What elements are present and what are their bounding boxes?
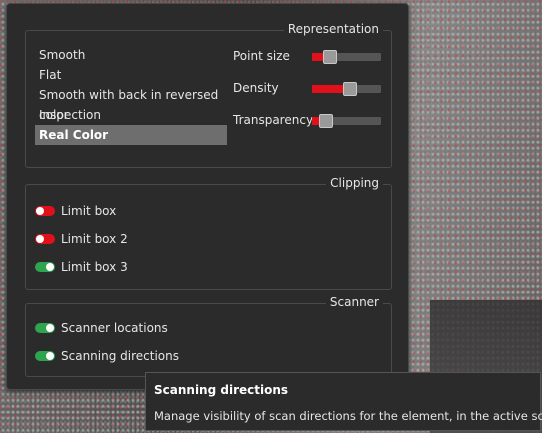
limit-box-toggle[interactable]	[35, 206, 55, 216]
scanning-directions-row[interactable]: Scanning directions	[35, 346, 179, 366]
mode-smooth-reversed[interactable]: Smooth with back in reversed color	[35, 85, 227, 122]
transparency-thumb[interactable]	[319, 114, 333, 128]
mode-smooth[interactable]: Smooth	[35, 45, 227, 65]
scanning-directions-tooltip: Scanning directions Manage visibility of…	[145, 372, 542, 431]
toggle-knob	[36, 235, 44, 243]
toggle-knob	[46, 352, 54, 360]
point-size-row: Point size	[233, 46, 383, 78]
limit-box-row[interactable]: Limit box	[35, 201, 116, 221]
density-row: Density	[233, 78, 383, 110]
tooltip-text: Manage visibility of scan directions for…	[154, 409, 542, 423]
scanner-group: Scanner Scanner locations Scanning direc…	[25, 295, 392, 377]
clipping-group: Clipping Limit box Limit box 2 Limit box…	[25, 176, 392, 290]
limit-box-2-toggle[interactable]	[35, 234, 55, 244]
representation-mode-list: Smooth Flat Smooth with back in reversed…	[35, 45, 227, 145]
representation-sliders: Point size Density Transparency	[233, 46, 383, 142]
transparency-row: Transparency	[233, 110, 383, 142]
scanning-directions-toggle[interactable]	[35, 351, 55, 361]
density-thumb[interactable]	[343, 82, 357, 96]
representation-group: Representation Smooth Flat Smooth with b…	[25, 22, 392, 168]
mode-real-color[interactable]: Real Color	[35, 125, 227, 145]
toggle-knob	[46, 263, 54, 271]
limit-box-3-row[interactable]: Limit box 3	[35, 257, 128, 277]
point-size-thumb[interactable]	[323, 50, 337, 64]
density-label: Density	[233, 81, 279, 95]
density-slider[interactable]	[312, 82, 381, 96]
point-size-slider[interactable]	[312, 50, 381, 64]
mode-flat[interactable]: Flat	[35, 65, 227, 85]
display-settings-panel: Representation Smooth Flat Smooth with b…	[6, 3, 409, 390]
scanner-locations-toggle[interactable]	[35, 323, 55, 333]
representation-title: Representation	[283, 22, 383, 36]
toggle-knob	[46, 324, 54, 332]
transparency-label: Transparency	[233, 113, 314, 127]
scanning-directions-label: Scanning directions	[61, 349, 179, 363]
limit-box-2-row[interactable]: Limit box 2	[35, 229, 128, 249]
limit-box-2-label: Limit box 2	[61, 232, 128, 246]
scanner-locations-label: Scanner locations	[61, 321, 168, 335]
toggle-knob	[36, 207, 44, 215]
tooltip-title: Scanning directions	[154, 383, 289, 397]
limit-box-3-toggle[interactable]	[35, 262, 55, 272]
scanner-locations-row[interactable]: Scanner locations	[35, 318, 168, 338]
mode-inspection[interactable]: Inspection	[35, 105, 227, 125]
scanner-title: Scanner	[325, 295, 383, 309]
transparency-slider[interactable]	[312, 114, 381, 128]
limit-box-3-label: Limit box 3	[61, 260, 128, 274]
clipping-title: Clipping	[326, 176, 383, 190]
point-size-label: Point size	[233, 49, 290, 63]
limit-box-label: Limit box	[61, 204, 117, 218]
